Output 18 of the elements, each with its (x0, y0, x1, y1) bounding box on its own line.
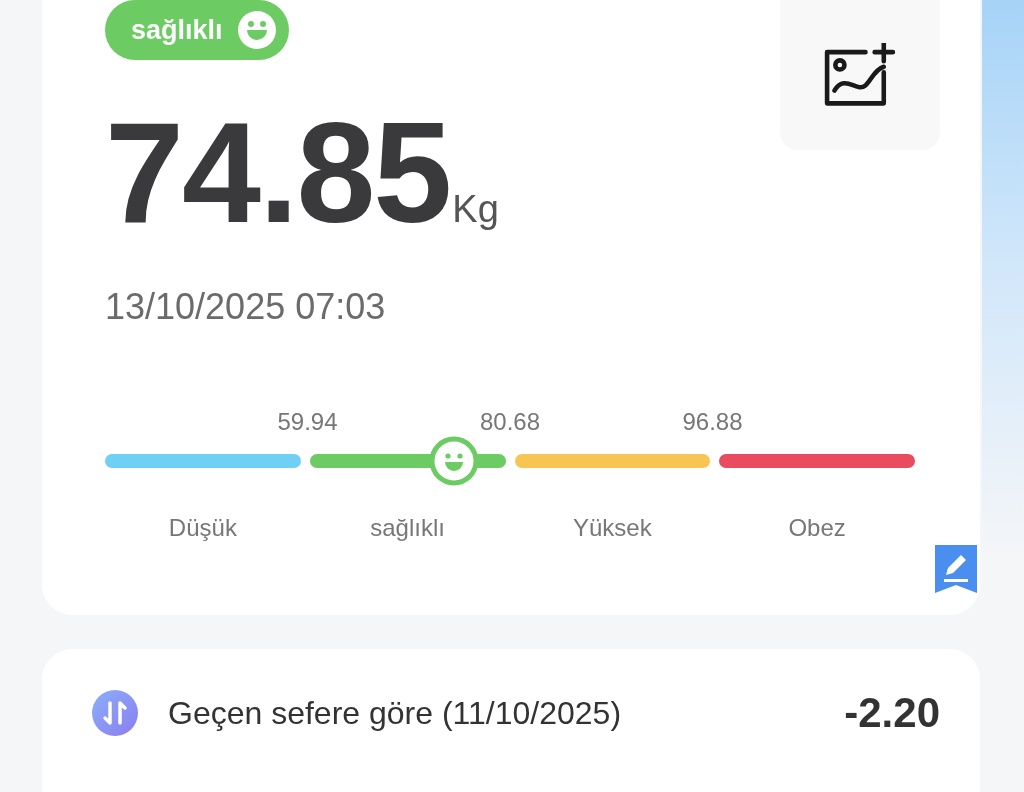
weight-unit: Kg (452, 188, 499, 231)
comparison-label: Geçen sefere göre (11/10/2025) (168, 694, 623, 732)
scale-tick: 96.88 (682, 408, 743, 436)
scale-label: Obez (787, 514, 847, 542)
scale-label: sağlıklı (369, 514, 446, 542)
comparison-value: -2.20 (844, 689, 940, 737)
pencil-icon (935, 545, 977, 593)
smiley-icon (236, 10, 277, 50)
status-badge: sağlıklı (105, 0, 289, 60)
weight-value: 74.85 (105, 98, 451, 248)
scale-tick: 59.94 (277, 408, 338, 436)
add-image-button[interactable] (780, 0, 940, 150)
scale-label: Düşük (167, 514, 238, 542)
measurement-date: 13/10/2025 07:03 (105, 286, 387, 328)
scale-label: Yüksek (572, 514, 653, 542)
up-down-arrows-icon (92, 690, 138, 736)
scale-tick: 80.68 (479, 408, 541, 436)
edit-button[interactable] (935, 545, 977, 593)
